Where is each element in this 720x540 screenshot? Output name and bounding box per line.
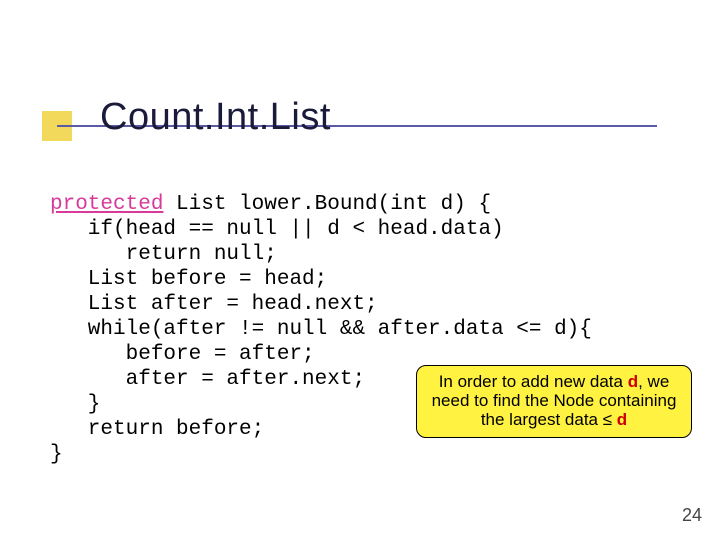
code-line-0: List lower.Bound(int d) {	[163, 193, 491, 216]
code-line-5: while(after != null && after.data <= d){	[50, 318, 592, 341]
code-line-7: after = after.next;	[50, 368, 365, 391]
code-line-6: before = after;	[50, 343, 315, 366]
code-line-2: return null;	[50, 243, 277, 266]
callout-var-d-1: d	[628, 372, 638, 391]
code-line-8: }	[50, 393, 100, 416]
callout-prefix: In order to add new data	[439, 372, 628, 391]
callout-var-d-2: d	[617, 410, 627, 429]
code-line-9: return before;	[50, 418, 264, 441]
slide-title: Count.Int.List	[100, 96, 331, 139]
code-line-10: }	[50, 443, 63, 466]
page-number: 24	[682, 505, 702, 526]
annotation-callout: In order to add new data d, we need to f…	[416, 365, 692, 438]
code-line-3: List before = head;	[50, 268, 327, 291]
code-line-4: List after = head.next;	[50, 293, 378, 316]
keyword-protected: protected	[50, 193, 163, 216]
code-line-1: if(head == null || d < head.data)	[50, 218, 504, 241]
